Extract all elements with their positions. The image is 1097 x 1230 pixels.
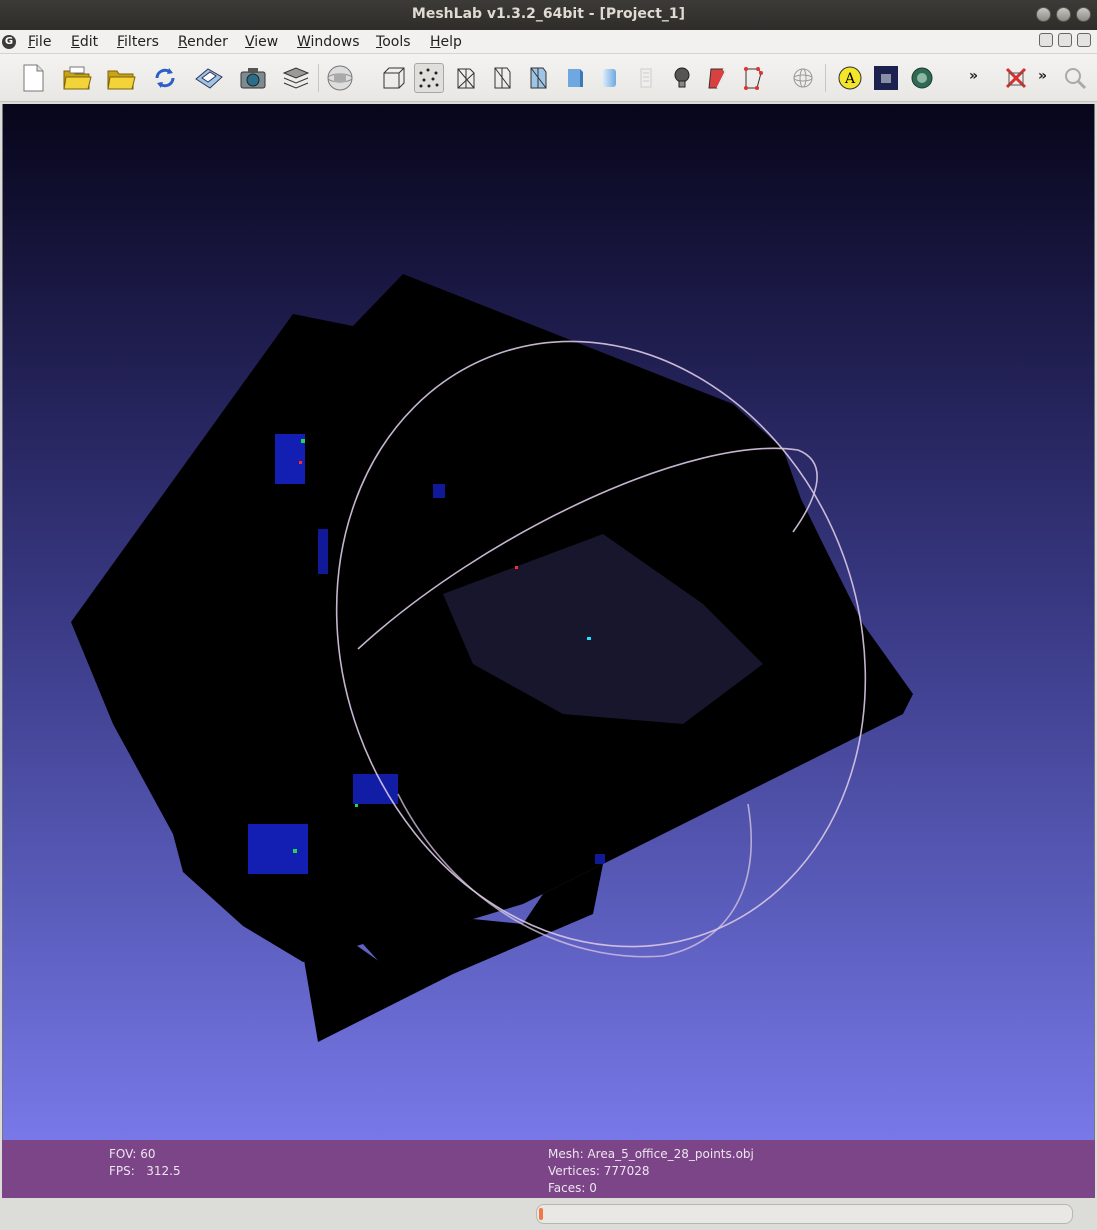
backface-icon[interactable] <box>702 63 732 93</box>
mdi-restore-button[interactable] <box>1058 33 1072 47</box>
points-render-icon[interactable] <box>414 63 444 93</box>
main-toolbar: A » » <box>0 54 1097 102</box>
mdi-minimize-button[interactable] <box>1039 33 1053 47</box>
menu-windows[interactable]: Windows <box>297 34 360 50</box>
menu-view[interactable]: View <box>245 34 278 50</box>
wireframe-icon[interactable] <box>451 63 481 93</box>
minimize-window-button[interactable] <box>1036 7 1051 22</box>
ambient-occlusion-icon[interactable] <box>325 63 355 93</box>
menu-render[interactable]: Render <box>178 34 228 50</box>
more-icon-2[interactable]: » <box>1038 68 1047 84</box>
mesh-name-label: Mesh: Area_5_office_28_points.obj <box>548 1147 754 1161</box>
fov-label: FOV: 60 <box>109 1147 156 1161</box>
vertices-count-label: Vertices: 777028 <box>548 1164 650 1178</box>
texture-icon[interactable] <box>631 63 661 93</box>
annotation-icon[interactable]: A <box>835 63 865 93</box>
window-title: MeshLab v1.3.2_64bit - [Project_1] <box>411 6 686 22</box>
meshlab-logo-icon: G <box>2 35 16 49</box>
camera-icon[interactable] <box>238 63 268 93</box>
more-icon[interactable]: » <box>969 68 978 84</box>
search-icon[interactable] <box>1060 63 1090 93</box>
mdi-close-button[interactable] <box>1077 33 1091 47</box>
save-snapshot-icon[interactable] <box>194 63 224 93</box>
flat-shading-icon[interactable] <box>559 63 589 93</box>
progress-bar <box>536 1204 1073 1224</box>
flat-lines-icon[interactable] <box>523 63 553 93</box>
menu-edit[interactable]: Edit <box>71 34 98 50</box>
delete-icon[interactable] <box>1001 63 1031 93</box>
menu-filters[interactable]: Filters <box>117 34 159 50</box>
new-project-icon[interactable] <box>18 63 48 93</box>
menu-help[interactable]: Help <box>430 34 462 50</box>
fps-label: FPS: 312.5 <box>109 1164 181 1178</box>
title-bar: MeshLab v1.3.2_64bit - [Project_1] <box>0 0 1097 30</box>
progress-fill <box>539 1208 543 1220</box>
reload-icon[interactable] <box>150 63 180 93</box>
smooth-shading-icon[interactable] <box>594 63 624 93</box>
color-icon[interactable] <box>738 63 768 93</box>
open-project-icon[interactable] <box>62 63 92 93</box>
menu-tools[interactable]: Tools <box>376 34 411 50</box>
faces-count-label: Faces: 0 <box>548 1181 597 1195</box>
3d-viewport[interactable] <box>2 104 1095 1140</box>
status-bar <box>0 1198 1097 1230</box>
maximize-window-button[interactable] <box>1056 7 1071 22</box>
shader-icon[interactable] <box>871 63 901 93</box>
layers-icon[interactable] <box>281 63 311 93</box>
svg-text:A: A <box>844 71 856 87</box>
menu-bar: G File Edit Filters Render View Windows … <box>0 30 1097 54</box>
menu-file[interactable]: File <box>28 34 51 50</box>
decorations-icon[interactable] <box>907 63 937 93</box>
import-mesh-icon[interactable] <box>106 63 136 93</box>
hidden-lines-icon[interactable] <box>487 63 517 93</box>
trackball-icon[interactable] <box>788 63 818 93</box>
point-cloud-render <box>71 274 913 1042</box>
lighting-icon[interactable] <box>667 63 697 93</box>
bounding-box-icon[interactable] <box>379 63 409 93</box>
close-window-button[interactable] <box>1076 7 1091 22</box>
info-panel: FOV: 60 FPS: 312.5 Mesh: Area_5_office_2… <box>2 1140 1095 1198</box>
meshlab-window: MeshLab v1.3.2_64bit - [Project_1] G Fil… <box>0 0 1097 1230</box>
